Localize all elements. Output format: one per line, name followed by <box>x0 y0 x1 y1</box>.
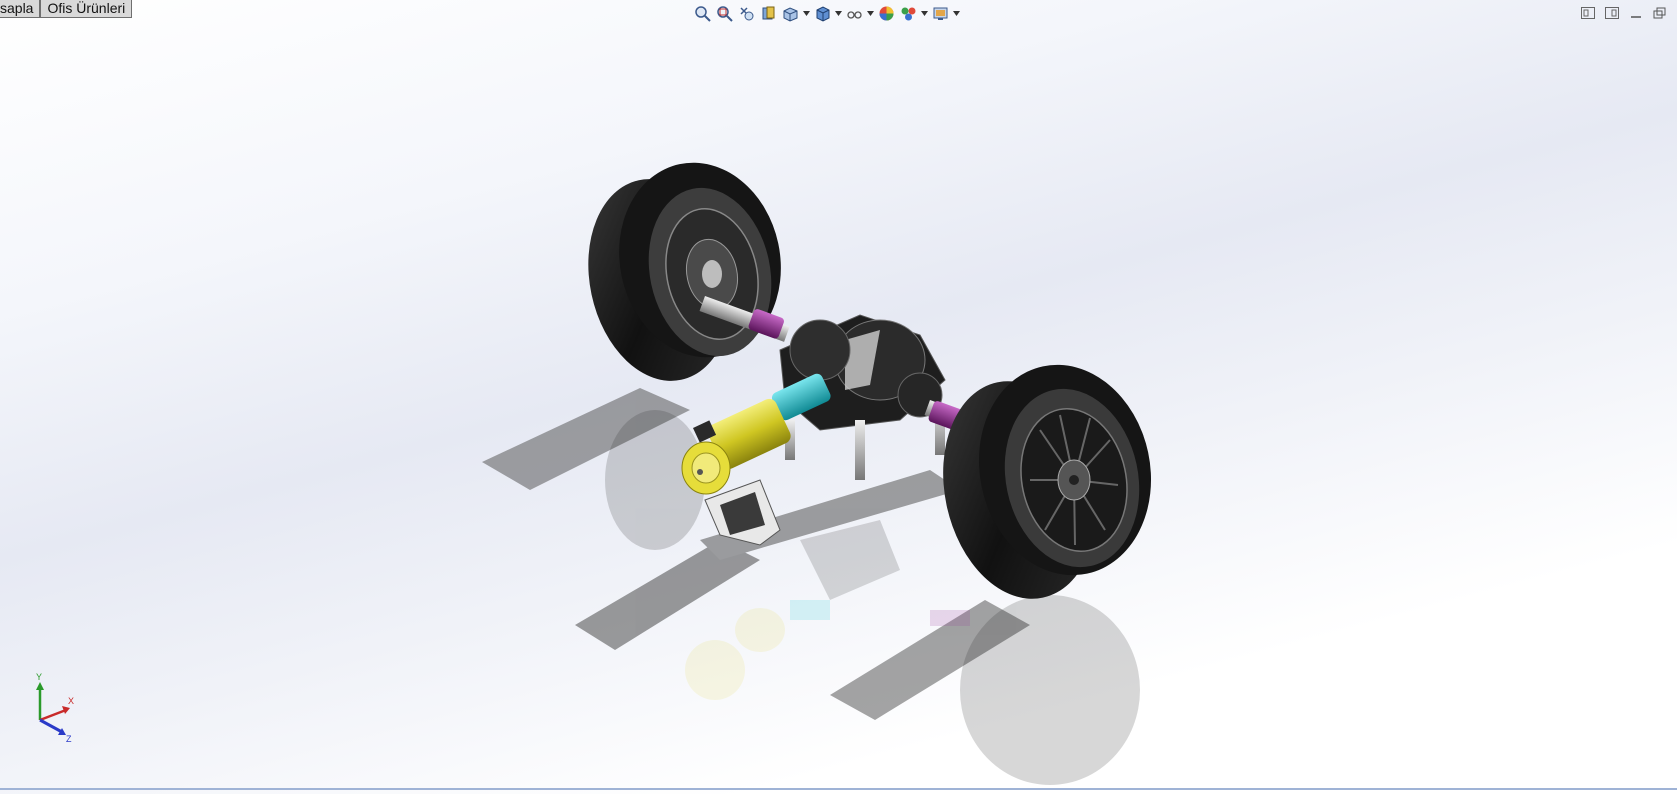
rear-left-wheel <box>588 162 781 381</box>
display-style-icon[interactable] <box>812 3 832 23</box>
triad-x-label: X <box>68 696 74 706</box>
triad-y-label: Y <box>36 672 42 682</box>
chevron-down-icon[interactable] <box>866 3 874 23</box>
section-view-icon[interactable] <box>758 3 778 23</box>
viewport-bottom-border <box>0 788 1677 790</box>
front-right-wheel <box>943 364 1152 599</box>
graphics-viewport[interactable]: Y X Z <box>0 22 1677 786</box>
previous-view-icon[interactable] <box>736 3 756 23</box>
zoom-to-area-icon[interactable] <box>714 3 734 23</box>
coordinate-triad: Y X Z <box>36 672 74 744</box>
chevron-down-icon[interactable] <box>802 3 810 23</box>
hide-show-items-icon[interactable] <box>844 3 864 23</box>
edit-appearance-icon[interactable] <box>876 3 896 23</box>
tile-horizontal-icon[interactable] <box>1579 5 1597 21</box>
view-settings-icon[interactable] <box>930 3 950 23</box>
heads-up-view-toolbar <box>692 3 960 23</box>
apply-scene-icon[interactable] <box>898 3 918 23</box>
chevron-down-icon[interactable] <box>952 3 960 23</box>
restore-icon[interactable] <box>1651 5 1669 21</box>
window-controls <box>1579 5 1669 21</box>
tab-sapla[interactable]: sapla <box>0 0 41 18</box>
minimize-icon[interactable] <box>1627 5 1645 21</box>
chevron-down-icon[interactable] <box>834 3 842 23</box>
tab-ofis-urunleri[interactable]: Ofis Ürünleri <box>40 0 133 18</box>
document-tabs: sapla Ofis Ürünleri <box>0 0 133 18</box>
chevron-down-icon[interactable] <box>920 3 928 23</box>
tile-vertical-icon[interactable] <box>1603 5 1621 21</box>
zoom-to-fit-icon[interactable] <box>692 3 712 23</box>
triad-z-label: Z <box>66 734 72 744</box>
view-orientation-icon[interactable] <box>780 3 800 23</box>
